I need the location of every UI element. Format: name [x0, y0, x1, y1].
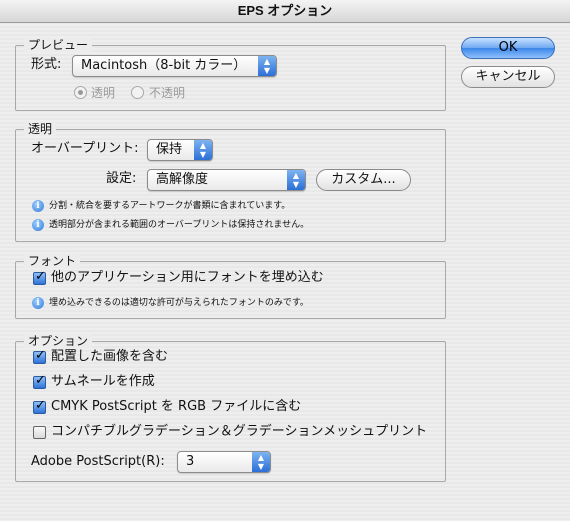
cmyk-in-rgb-checkbox[interactable]: ✓ [33, 398, 46, 414]
compatible-gradient-label: コンパチブルグラデーション＆グラデーションメッシュプリント [51, 424, 428, 439]
cancel-button[interactable]: キャンセル [461, 66, 555, 88]
overprint-select[interactable]: 保持 ▲ ▼ [147, 139, 213, 161]
custom-button[interactable]: カスタム... [316, 169, 411, 191]
include-placed-images-checkbox[interactable]: ✓ [33, 348, 46, 364]
up-down-arrows-icon: ▲ ▼ [287, 170, 305, 190]
overprint-note: 透明部分が含まれる範囲のオーバープリントは保持されません。 [49, 220, 310, 230]
preset-value: 高解像度 [156, 172, 209, 187]
ok-button[interactable]: OK [461, 37, 555, 59]
postscript-level-value: 3 [186, 454, 195, 469]
preset-label: 設定: [106, 171, 137, 186]
cmyk-in-rgb-label: CMYK PostScript を RGB ファイルに含む [51, 399, 302, 414]
embed-fonts-label: 他のアプリケーション用にフォントを埋め込む [51, 270, 324, 285]
transparent-radio-label: 透明 [91, 86, 116, 100]
up-down-arrows-icon: ▲ ▼ [252, 452, 270, 472]
window-title: EPS オプション [0, 0, 570, 23]
checkmark-icon: ✓ [35, 398, 46, 413]
format-select[interactable]: Macintosh（8-bit カラー） ▲ ▼ [72, 55, 277, 77]
options-legend: オプション [24, 334, 93, 348]
fonts-legend: フォント [24, 254, 81, 268]
format-value: Macintosh（8-bit カラー） [81, 58, 247, 73]
overprint-label: オーバープリント: [31, 141, 139, 156]
postscript-level-label: Adobe PostScript(R): [31, 454, 165, 469]
format-label: 形式: [31, 57, 62, 72]
transparency-legend: 透明 [24, 122, 57, 136]
preview-legend: プレビュー [24, 38, 93, 52]
transparent-radio[interactable] [74, 86, 87, 99]
create-thumbnail-label: サムネールを作成 [51, 374, 155, 389]
info-icon: i [32, 297, 44, 309]
overprint-value: 保持 [156, 142, 183, 157]
create-thumbnail-checkbox[interactable]: ✓ [33, 373, 46, 389]
compatible-gradient-checkbox[interactable] [33, 426, 46, 439]
fonts-note: 埋め込みできるのは適切な許可が与えられたフォントのみです。 [49, 298, 309, 308]
opaque-radio[interactable] [131, 86, 144, 99]
info-icon: i [32, 200, 44, 212]
up-down-arrows-icon: ▲ ▼ [194, 140, 212, 160]
include-placed-images-label: 配置した画像を含む [51, 349, 169, 364]
info-icon: i [32, 219, 44, 231]
opaque-radio-label: 不透明 [149, 86, 186, 100]
flatten-note: 分割・統合を要するアートワークが書類に含まれています。 [49, 201, 291, 211]
checkmark-icon: ✓ [35, 348, 46, 363]
up-down-arrows-icon: ▲ ▼ [258, 56, 276, 76]
postscript-level-select[interactable]: 3 ▲ ▼ [177, 451, 271, 473]
embed-fonts-checkbox[interactable]: ✓ [33, 269, 46, 285]
checkmark-icon: ✓ [35, 269, 46, 284]
preset-select[interactable]: 高解像度 ▲ ▼ [147, 169, 306, 191]
checkmark-icon: ✓ [35, 373, 46, 388]
